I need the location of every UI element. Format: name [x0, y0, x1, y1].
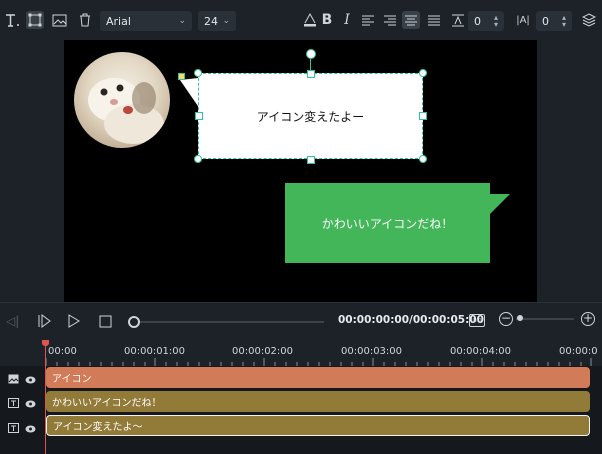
resize-handle-sw[interactable]	[194, 155, 202, 163]
ruler-label: 00:00:02:00	[232, 346, 294, 357]
track-3-controls	[8, 420, 38, 434]
line-spacing-icon	[449, 11, 467, 29]
resize-handle-ne[interactable]	[419, 69, 427, 77]
bubble-text: かわいいアイコンだね！	[321, 216, 454, 231]
align-left-icon[interactable]	[359, 11, 377, 29]
text-color-icon[interactable]	[301, 11, 319, 29]
stop-icon[interactable]	[99, 313, 112, 332]
align-center-icon[interactable]	[402, 11, 420, 29]
resize-handle-s[interactable]	[307, 156, 315, 164]
char-spacing-icon: |A|	[516, 14, 530, 26]
rotate-handle[interactable]	[306, 49, 316, 59]
timeline-clip-icon[interactable]: アイコン	[46, 367, 590, 388]
ruler[interactable]: 00:00 00:00:01:00 00:00:02:00 00:00:03:0…	[0, 340, 602, 366]
line-spacing-value: 0	[474, 14, 481, 28]
justify-icon[interactable]	[425, 11, 443, 29]
line-spacing-input[interactable]: 0 ▴ ▾	[468, 11, 504, 31]
zoom-slider[interactable]	[516, 318, 574, 320]
image-track-icon	[8, 369, 19, 388]
zoom-out-icon[interactable]: −	[499, 312, 513, 326]
chevron-down-icon: ⌄	[178, 16, 186, 26]
italic-icon[interactable]: I	[338, 11, 356, 29]
image-icon[interactable]	[50, 11, 68, 29]
playback-bar: ◁| 00:00:00:00/00:00:05:00 ▫▫ − +	[0, 302, 602, 341]
ruler-label: 00:00	[48, 346, 77, 357]
preview-canvas[interactable]: アイコン変えたよー かわいいアイコンだね！	[64, 40, 537, 302]
timecode: 00:00:00:00/00:00:05:00	[338, 314, 484, 326]
track-1-controls	[8, 371, 38, 385]
transform-icon[interactable]	[26, 11, 44, 29]
ruler-ticks	[46, 358, 592, 366]
zoom-knob[interactable]	[517, 315, 523, 321]
text-tool-icon[interactable]	[4, 11, 22, 29]
ruler-label: 00:00:0	[559, 346, 598, 357]
trash-icon[interactable]	[76, 11, 94, 29]
selection-frame	[198, 73, 423, 159]
zoom-in-icon[interactable]: +	[581, 312, 595, 326]
ferret-avatar-image[interactable]	[74, 52, 170, 148]
progress-track[interactable]	[132, 321, 324, 323]
char-spacing-input[interactable]: 0 ▴ ▾	[536, 11, 572, 31]
clip-label: かわいいアイコンだね！	[52, 398, 162, 409]
font-size-select[interactable]: 24 ⌄	[198, 11, 236, 31]
ruler-label: 00:00:04:00	[450, 346, 512, 357]
eye-icon[interactable]	[25, 418, 36, 437]
clip-label: アイコン	[52, 374, 92, 385]
resize-handle-w[interactable]	[195, 112, 203, 120]
next-frame-icon[interactable]	[37, 313, 51, 332]
clip-label: アイコン変えたよ〜	[53, 422, 143, 433]
playhead-knob[interactable]	[42, 340, 49, 346]
timeline-clip-green-text[interactable]: かわいいアイコンだね！	[46, 391, 590, 412]
text-track-icon	[8, 393, 19, 412]
font-family-select[interactable]: Arial ⌄	[100, 11, 192, 31]
toolbar: Arial ⌄ 24 ⌄ B I 0 ▴ ▾ |A| 0 ▴ ▾	[0, 0, 602, 40]
eye-icon[interactable]	[25, 369, 36, 388]
stepper-icon: ▴ ▾	[561, 13, 566, 29]
font-size-value: 24	[204, 14, 218, 28]
ruler-label: 00:00:03:00	[341, 346, 403, 357]
chevron-down-icon: ⌄	[222, 16, 230, 26]
resize-handle-se[interactable]	[419, 155, 427, 163]
prev-frame-icon[interactable]: ◁|	[6, 314, 19, 328]
ruler-label: 00:00:01:00	[124, 346, 186, 357]
tail-handle[interactable]	[178, 73, 185, 80]
fit-icon[interactable]: ▫▫	[469, 314, 485, 327]
playhead[interactable]	[45, 340, 46, 454]
eye-icon[interactable]	[25, 393, 36, 412]
timeline: 00:00 00:00:01:00 00:00:02:00 00:00:03:0…	[0, 340, 602, 454]
resize-handle-n[interactable]	[307, 70, 315, 78]
speech-bubble-green[interactable]: かわいいアイコンだね！	[285, 183, 490, 263]
progress-knob[interactable]	[128, 316, 140, 328]
track-2-controls	[8, 395, 38, 409]
text-track-icon	[8, 418, 19, 437]
play-icon[interactable]	[68, 313, 80, 332]
font-family-value: Arial	[106, 14, 131, 28]
resize-handle-nw[interactable]	[194, 69, 202, 77]
bold-icon[interactable]: B	[318, 11, 336, 29]
align-right-icon[interactable]	[381, 11, 399, 29]
timeline-clip-selected-text[interactable]: アイコン変えたよ〜	[46, 415, 590, 436]
resize-handle-e[interactable]	[419, 112, 427, 120]
layers-icon[interactable]	[580, 11, 598, 29]
char-spacing-value: 0	[542, 14, 549, 28]
stepper-icon: ▴ ▾	[493, 13, 498, 29]
